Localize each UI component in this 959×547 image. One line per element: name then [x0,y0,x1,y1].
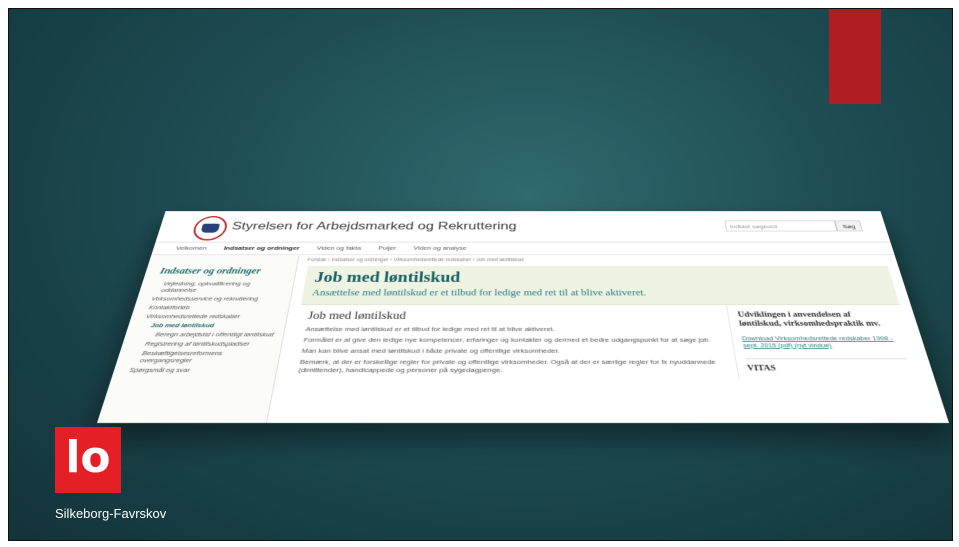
sidebar-item[interactable]: Beregn arbejdstid i offentligt løntilsku… [139,331,276,338]
article-paragraph: Formålet er at give den ledige nye kompe… [303,336,723,344]
article-paragraph: Man kan blive ansat med løntilskud i båd… [301,347,725,355]
lo-logo: lo [55,427,121,493]
article: Job med løntilskud Ansættelse med løntil… [287,305,740,380]
sidebar-item[interactable]: Beskæftigelsesreformens overgangsregler [131,350,272,364]
site-title: Styrelsen for Arbejdsmarked og Rekrutter… [230,220,516,233]
top-navigation: Velkomen Indsatser og ordninger Viden og… [151,242,894,255]
article-paragraph: Bemærk, at der er forskellige regler for… [298,358,729,374]
sidebar-item-active[interactable]: Job med løntilskud [142,322,278,329]
nav-item-viden-fakta[interactable]: Viden og fakta [316,242,362,254]
site-header: Styrelsen for Arbejdsmarked og Rekrutter… [155,211,890,242]
sidebar: Indsatser og ordninger Vejledning, opkva… [97,255,300,423]
website-screenshot: Styrelsen for Arbejdsmarked og Rekrutter… [97,211,949,423]
article-title: Job med løntilskud [307,311,720,323]
nav-item-viden-analyse[interactable]: Viden og analyse [413,242,467,254]
aside-subheading: VITAS [746,358,912,373]
main-content: Forside › Indsatser og ordninger › Virks… [267,255,949,423]
article-paragraph: Ansættelse med løntilskud er et tilbud f… [305,326,722,334]
aside-heading: Udviklingen i anvendelsen af løntilskud,… [737,311,898,329]
sidebar-heading: Indsatser og ordninger [159,266,290,276]
aside-panel: Udviklingen i anvendelsen af løntilskud,… [727,305,923,380]
sidebar-item[interactable]: Kontaktforløb [148,304,282,311]
sidebar-item[interactable]: Virksomhedsservice og rekruttering [151,295,284,302]
search-input[interactable]: Indtast søgeord [724,221,837,232]
nav-item-indsatser[interactable]: Indsatser og ordninger [222,242,300,254]
org-name: Silkeborg-Favrskov [55,506,166,521]
sidebar-item[interactable]: Vejledning, opkvalificering og uddannels… [153,280,286,293]
page-subtitle: Ansættelse med løntilskud er et tilbud f… [311,288,889,299]
nav-item-velkomen[interactable]: Velkomen [174,242,208,254]
download-link[interactable]: Download Virksomhedsrettede redskaber 19… [741,335,904,349]
crown-crest-icon [191,216,230,240]
page-title: Job med løntilskud [313,270,885,286]
sidebar-item[interactable]: Virksomhedsrettede redskaber [145,313,280,320]
breadcrumb[interactable]: Forside › Indsatser og ordninger › Virks… [298,255,899,266]
sidebar-item[interactable]: Spørgsmål og svar [128,366,269,373]
nav-item-puljer[interactable]: Puljer [378,242,397,254]
hero-banner: Job med løntilskud Ansættelse med løntil… [301,266,900,305]
red-accent-bar [829,9,881,104]
sidebar-item[interactable]: Registrering af løntilskudspladser [137,340,275,347]
slide: Styrelsen for Arbejdsmarked og Rekrutter… [8,8,953,541]
search-button[interactable]: Søg [834,221,863,232]
